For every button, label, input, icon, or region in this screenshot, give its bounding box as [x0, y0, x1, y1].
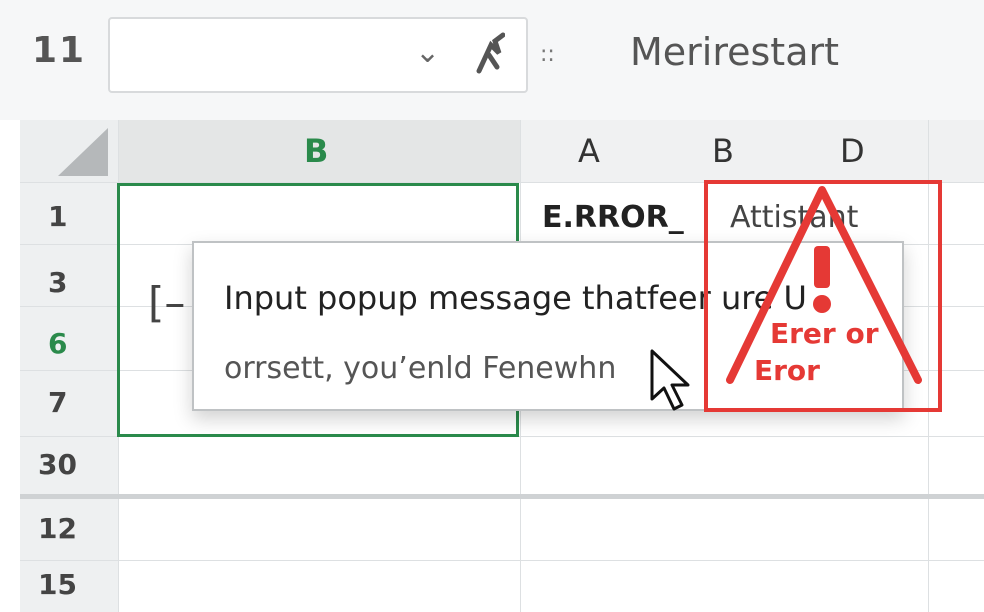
row-header-12[interactable]: 12: [38, 512, 77, 545]
row-header-7[interactable]: 7: [48, 386, 67, 419]
mouse-cursor-icon: [650, 349, 690, 411]
cell-bracket-text: [–: [148, 278, 186, 327]
error-text-line1: Erer or: [770, 317, 879, 350]
row-header-15[interactable]: 15: [38, 568, 77, 601]
formula-input[interactable]: Merirestart: [630, 30, 839, 74]
chevron-down-icon[interactable]: ⌄: [415, 35, 440, 70]
row-header-6[interactable]: 6: [48, 327, 67, 360]
select-all-corner[interactable]: [20, 120, 118, 182]
row-headers: 1 3 6 7 30 12 15: [20, 182, 118, 612]
gridline: [20, 560, 984, 561]
column-header-a[interactable]: A: [578, 132, 600, 170]
column-header-b2[interactable]: B: [712, 132, 734, 170]
fx-icon[interactable]: [475, 31, 505, 77]
row-header-3[interactable]: 3: [48, 266, 67, 299]
row-header-1[interactable]: 1: [48, 200, 67, 233]
name-box-label: 11: [32, 30, 87, 71]
formula-bar: 11 ⌄ :: Merirestart: [0, 0, 984, 110]
column-headers: A B D: [520, 120, 984, 182]
column-header-d[interactable]: D: [840, 132, 865, 170]
warning-triangle-icon: [726, 186, 922, 384]
row-header-30[interactable]: 30: [38, 448, 77, 481]
spreadsheet-grid[interactable]: B A B D 1 3 6 7 30 12 15 [– E.RROR_ Atti…: [0, 120, 984, 612]
error-text-line2: Eror: [754, 354, 820, 387]
freeze-pane-divider[interactable]: [20, 494, 984, 499]
popup-message-line2: orrsett, you’enld Fenewhn: [224, 351, 617, 386]
formula-separator: ::: [540, 42, 555, 67]
name-box-input[interactable]: ⌄: [108, 17, 528, 93]
column-header-b[interactable]: B: [118, 120, 520, 182]
error-warning-box: Erer or Eror: [704, 180, 942, 412]
cell-a1[interactable]: E.RROR_: [542, 200, 684, 235]
column-header-label: B: [304, 132, 329, 170]
